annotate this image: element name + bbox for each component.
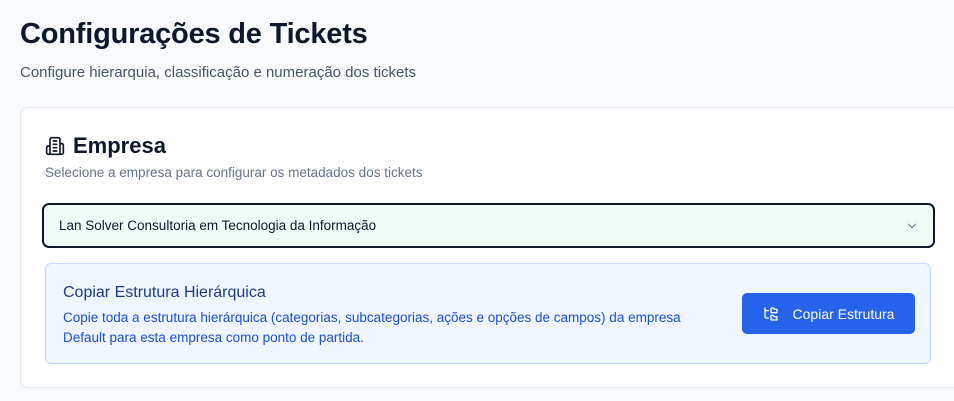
folder-tree-icon	[763, 306, 779, 322]
copy-structure-button[interactable]: Copiar Estrutura	[742, 293, 915, 334]
company-card-description: Selecione a empresa para configurar os m…	[45, 165, 423, 180]
page: Configurações de Tickets Configure hiera…	[0, 0, 954, 401]
copy-structure-panel: Copiar Estrutura Hierárquica Copie toda …	[45, 263, 931, 364]
page-subtitle: Configure hierarquia, classificação e nu…	[20, 64, 417, 81]
copy-structure-description: Copie toda a estrutura hierárquica (cate…	[63, 310, 681, 345]
page-title: Configurações de Tickets	[20, 18, 368, 50]
company-card: Empresa Selecione a empresa para configu…	[20, 107, 954, 388]
company-card-header: Empresa	[45, 132, 166, 160]
building-icon	[45, 136, 65, 156]
company-card-title: Empresa	[73, 133, 166, 158]
company-select-value: Lan Solver Consultoria em Tecnologia da …	[59, 218, 377, 233]
copy-structure-button-label: Copiar Estrutura	[792, 305, 895, 322]
chevron-down-icon	[905, 219, 919, 233]
company-select[interactable]: Lan Solver Consultoria em Tecnologia da …	[42, 203, 935, 248]
copy-structure-title: Copiar Estrutura Hierárquica	[63, 284, 266, 301]
